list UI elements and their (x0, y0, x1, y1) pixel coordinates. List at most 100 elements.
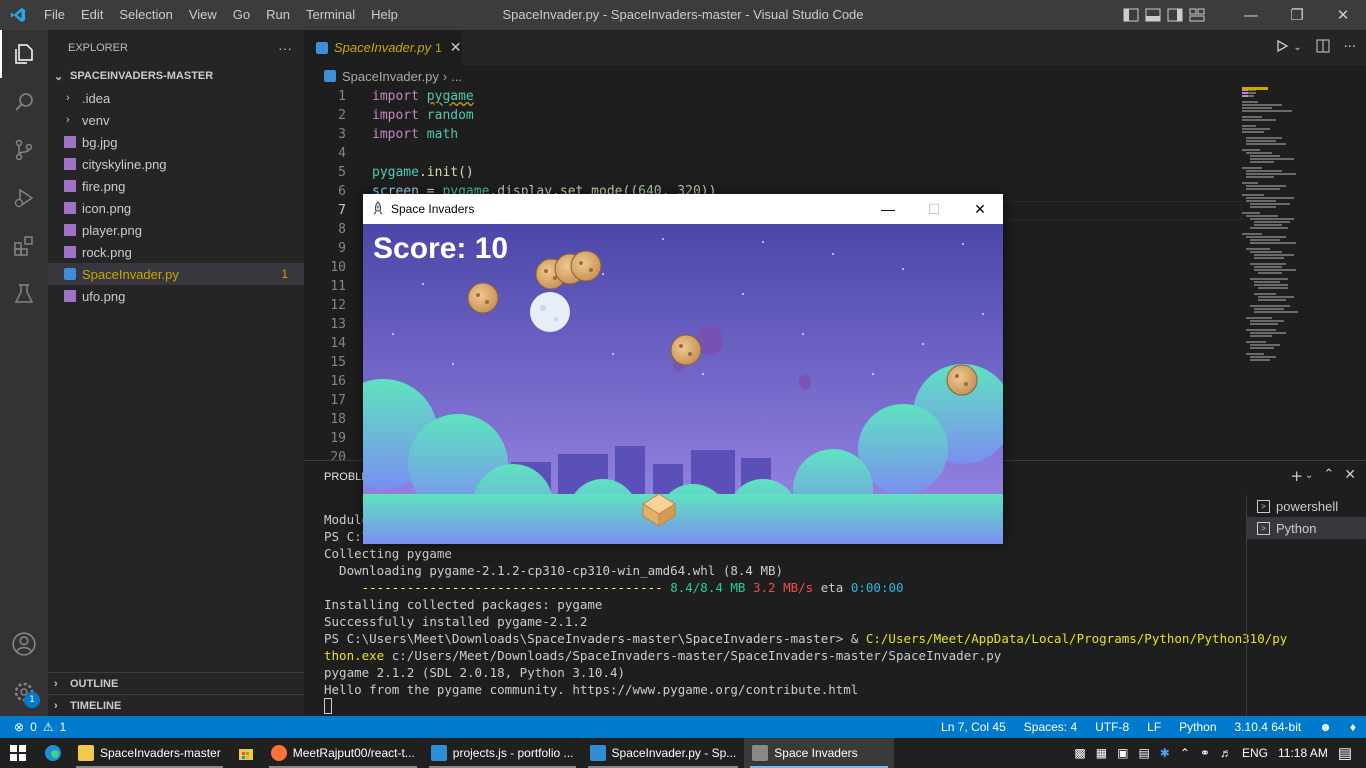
line-number: 14 (330, 336, 346, 351)
file-player-png[interactable]: player.png (48, 219, 304, 241)
tray-app-icon[interactable]: ▤ (1138, 746, 1149, 760)
microsoft-store-icon[interactable] (229, 738, 263, 768)
menu-help[interactable]: Help (363, 0, 406, 30)
game-minimize-button[interactable]: — (865, 194, 911, 224)
wifi-icon[interactable]: ⚭ (1200, 746, 1210, 760)
taskbar-app-vscode-portfolio[interactable]: projects.js - portfolio ... (423, 738, 582, 768)
project-root-folder[interactable]: ⌄ SPACEINVADERS-MASTER (48, 65, 304, 87)
customize-layout-icon[interactable] (1186, 0, 1208, 30)
file-bg-jpg[interactable]: bg.jpg (48, 131, 304, 153)
game-maximize-button[interactable]: ☐ (911, 194, 957, 224)
taskbar-app-firefox[interactable]: MeetRajput00/react-t... (263, 738, 423, 768)
end-of-line[interactable]: LF (1147, 720, 1161, 734)
chevron-down-icon[interactable]: ⌄ (1293, 42, 1301, 53)
file-spaceinvader-py[interactable]: SpaceInvader.py 1 (48, 263, 304, 285)
close-button[interactable]: ✕ (1320, 0, 1366, 30)
menu-go[interactable]: Go (225, 0, 258, 30)
windows-start-icon[interactable] (0, 738, 36, 768)
chevron-up-icon[interactable]: ⌃ (1180, 746, 1190, 760)
bluetooth-icon[interactable]: ✱ (1160, 746, 1170, 760)
new-terminal-icon[interactable]: + (1290, 467, 1303, 485)
tray-app-icon[interactable]: ▩ (1074, 746, 1085, 760)
taskbar-app-file-explorer[interactable]: SpaceInvaders-master (70, 738, 229, 768)
game-close-button[interactable]: ✕ (957, 194, 1003, 224)
cursor-position[interactable]: Ln 7, Col 45 (941, 720, 1006, 734)
file-rock-png[interactable]: rock.png (48, 241, 304, 263)
extensions-icon[interactable] (0, 222, 48, 270)
notifications-icon[interactable]: ▤ (1338, 744, 1352, 762)
source-control-icon[interactable] (0, 126, 48, 174)
terminal-cursor[interactable] (324, 698, 332, 714)
folder-icon (78, 745, 94, 761)
explorer-icon[interactable] (0, 30, 48, 78)
split-editor-icon[interactable] (1316, 39, 1330, 57)
edge-browser-icon[interactable] (36, 738, 70, 768)
toggle-secondary-sidebar-icon[interactable] (1164, 0, 1186, 30)
language-mode[interactable]: Python (1179, 720, 1216, 734)
tab-problems[interactable]: PROBLE (324, 471, 369, 483)
tab-spaceinvader-py[interactable]: SpaceInvader.py 1 ✕ (304, 30, 462, 65)
outline-section[interactable]: › OUTLINE (48, 672, 304, 695)
breadcrumb-file[interactable]: SpaceInvader.py (342, 69, 439, 84)
menu-run[interactable]: Run (258, 0, 298, 30)
language-indicator[interactable]: ENG (1242, 746, 1268, 760)
volume-icon[interactable]: ♬ (1220, 746, 1232, 760)
file-icon-png[interactable]: icon.png (48, 197, 304, 219)
file-fire-png[interactable]: fire.png (48, 175, 304, 197)
toggle-panel-icon[interactable] (1142, 0, 1164, 30)
clock[interactable]: 11:18 AM (1278, 746, 1328, 760)
close-panel-icon[interactable]: ✕ (1344, 467, 1356, 485)
indentation[interactable]: Spaces: 4 (1024, 720, 1077, 734)
project-root-label: SPACEINVADERS-MASTER (70, 70, 214, 82)
line-number: 9 (338, 241, 346, 256)
restore-button[interactable]: ❐ (1274, 0, 1320, 30)
timeline-section[interactable]: › TIMELINE (48, 694, 304, 717)
chevron-right-icon: › (66, 114, 70, 126)
encoding[interactable]: UTF-8 (1095, 720, 1129, 734)
menu-view[interactable]: View (181, 0, 225, 30)
testing-icon[interactable] (0, 270, 48, 318)
run-python-file-icon[interactable] (1275, 39, 1289, 57)
menu-edit[interactable]: Edit (73, 0, 111, 30)
tray-app-icon[interactable]: ▦ (1096, 746, 1107, 760)
run-debug-icon[interactable] (0, 174, 48, 222)
terminal-python[interactable]: > Python (1247, 517, 1366, 539)
folder-venv[interactable]: › venv (48, 109, 304, 131)
search-icon[interactable] (0, 78, 48, 126)
menu-selection[interactable]: Selection (111, 0, 180, 30)
python-interpreter[interactable]: 3.10.4 64-bit (1235, 720, 1302, 734)
editor-tabs: SpaceInvader.py 1 ✕ ⌄ ··· (304, 30, 1366, 65)
title-bar: File Edit Selection View Go Run Terminal… (0, 0, 1366, 30)
more-actions-icon[interactable]: ··· (1344, 40, 1356, 55)
accounts-icon[interactable] (0, 620, 48, 668)
terminal-line: Downloading pygame-2.1.2-cp310-cp310-win… (324, 563, 784, 578)
python-file-icon (64, 268, 76, 280)
tray-app-icon[interactable]: ▣ (1117, 746, 1128, 760)
game-canvas[interactable] (363, 224, 1003, 544)
minimize-button[interactable]: — (1228, 0, 1274, 30)
minimap[interactable] (1242, 87, 1352, 387)
feedback-icon[interactable]: ☻ (1319, 720, 1332, 734)
file-cityskyline-png[interactable]: cityskyline.png (48, 153, 304, 175)
close-tab-icon[interactable]: ✕ (450, 40, 462, 56)
taskbar-app-vscode-spaceinvader[interactable]: SpaceInvader.py - Sp... (582, 738, 745, 768)
maximize-panel-icon[interactable]: ⌃ (1323, 467, 1334, 485)
code-line: pygame.init() (372, 165, 474, 180)
menu-terminal[interactable]: Terminal (298, 0, 363, 30)
toggle-sidebar-icon[interactable] (1120, 0, 1142, 30)
chevron-down-icon[interactable]: ⌄ (1305, 470, 1313, 485)
folder-idea[interactable]: › .idea (48, 87, 304, 109)
terminal-line: thon.exe c:/Users/Meet/Downloads/SpaceIn… (324, 648, 1002, 663)
windows-taskbar: SpaceInvaders-master MeetRajput00/react-… (0, 738, 1366, 768)
problems-status[interactable]: ⊗ 0 ⚠ 1 (0, 720, 66, 734)
terminal-powershell[interactable]: > powershell (1247, 495, 1366, 517)
notifications-bell-icon[interactable]: ♦ (1350, 720, 1356, 734)
explorer-more-button[interactable]: ··· (278, 40, 292, 56)
terminal-line: PS C:\Users\Meet\Downloads\SpaceInvaders… (324, 631, 1288, 646)
file-ufo-png[interactable]: ufo.png (48, 285, 304, 307)
taskbar-app-space-invaders[interactable]: Space Invaders (744, 738, 895, 768)
breadcrumb-symbols[interactable]: ... (451, 69, 462, 84)
menu-file[interactable]: File (36, 0, 73, 30)
settings-gear-icon[interactable]: 1 (0, 668, 48, 716)
terminal-line: pygame 2.1.2 (SDL 2.0.18, Python 3.10.4) (324, 665, 626, 680)
